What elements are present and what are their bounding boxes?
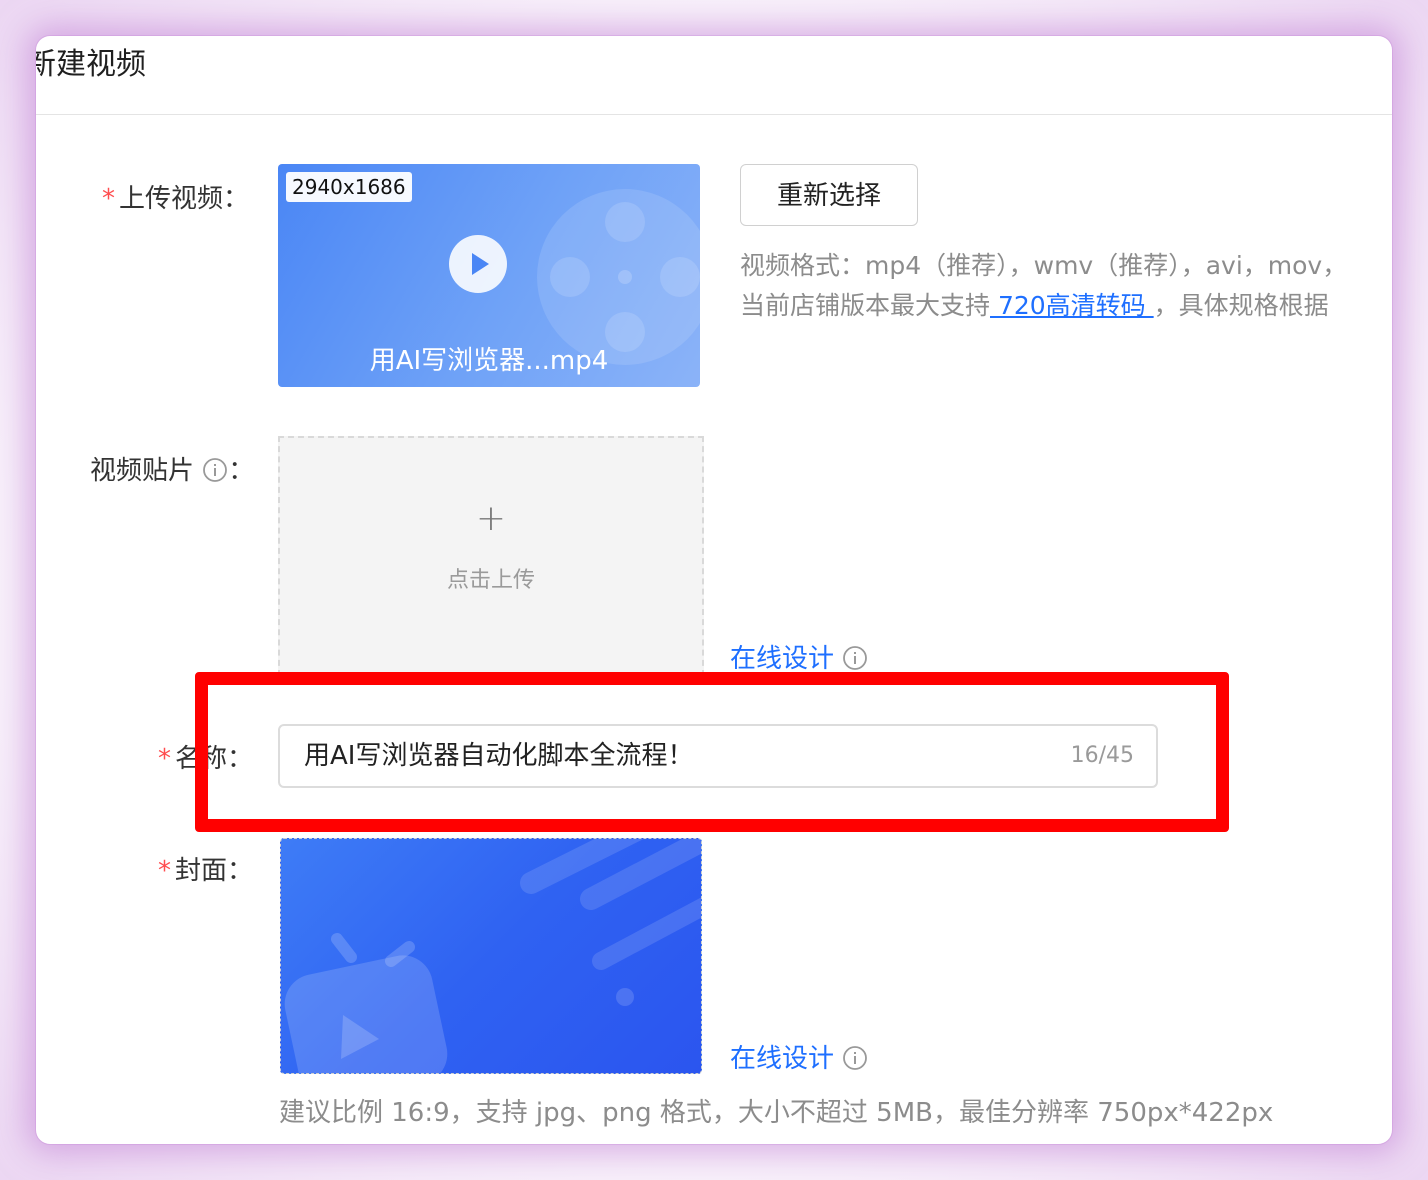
upload-video-label: * 上传视频： bbox=[102, 184, 250, 214]
highlight-box bbox=[195, 672, 1229, 832]
upload-text: 点击上传 bbox=[446, 568, 535, 593]
title-divider bbox=[36, 114, 1392, 115]
video-sticker-label: 视频贴片 ： bbox=[90, 456, 255, 486]
cover-art bbox=[284, 839, 701, 1073]
version-hint: 当前店铺版本最大支持 720高清转码 ，具体规格根据 bbox=[740, 291, 1329, 320]
dialog-title: 新建视频 bbox=[36, 47, 146, 82]
plus-icon: + bbox=[475, 498, 507, 539]
sticker-design-link[interactable]: 在线设计 bbox=[730, 638, 868, 675]
play-icon[interactable] bbox=[449, 235, 507, 293]
tv-icon bbox=[284, 933, 448, 1073]
info-icon[interactable] bbox=[842, 645, 868, 671]
sticker-upload-area[interactable]: + 点击上传 bbox=[278, 436, 704, 676]
cover-design-link[interactable]: 在线设计 bbox=[730, 1038, 868, 1075]
cover-label: * 封面： bbox=[158, 856, 254, 886]
video-filename: 用AI写浏览器...mp4 bbox=[369, 346, 609, 376]
video-preview[interactable]: 2940x1686 用AI写浏览器...mp4 bbox=[278, 164, 700, 387]
cover-hint: 建议比例 16:9，支持 jpg、png 格式，大小不超过 5MB，最佳分辨率 … bbox=[279, 1098, 1274, 1128]
info-icon[interactable] bbox=[202, 457, 228, 483]
required-mark: * bbox=[102, 184, 115, 214]
cover-image[interactable] bbox=[280, 838, 702, 1074]
video-format-hint: 视频格式：mp4（推荐），wmv（推荐），avi，mov， bbox=[740, 251, 1348, 280]
info-icon[interactable] bbox=[842, 1045, 868, 1071]
required-mark: * bbox=[158, 856, 171, 886]
required-mark: * bbox=[158, 744, 171, 774]
reselect-button[interactable]: 重新选择 bbox=[740, 164, 918, 226]
video-dimensions-badge: 2940x1686 bbox=[286, 172, 412, 202]
new-video-dialog: 新建视频 * 上传视频： 2940x1686 用AI写浏览器...mp4 重新选择… bbox=[36, 36, 1392, 1144]
hd-transcode-link[interactable]: 720高清转码 bbox=[990, 291, 1154, 320]
